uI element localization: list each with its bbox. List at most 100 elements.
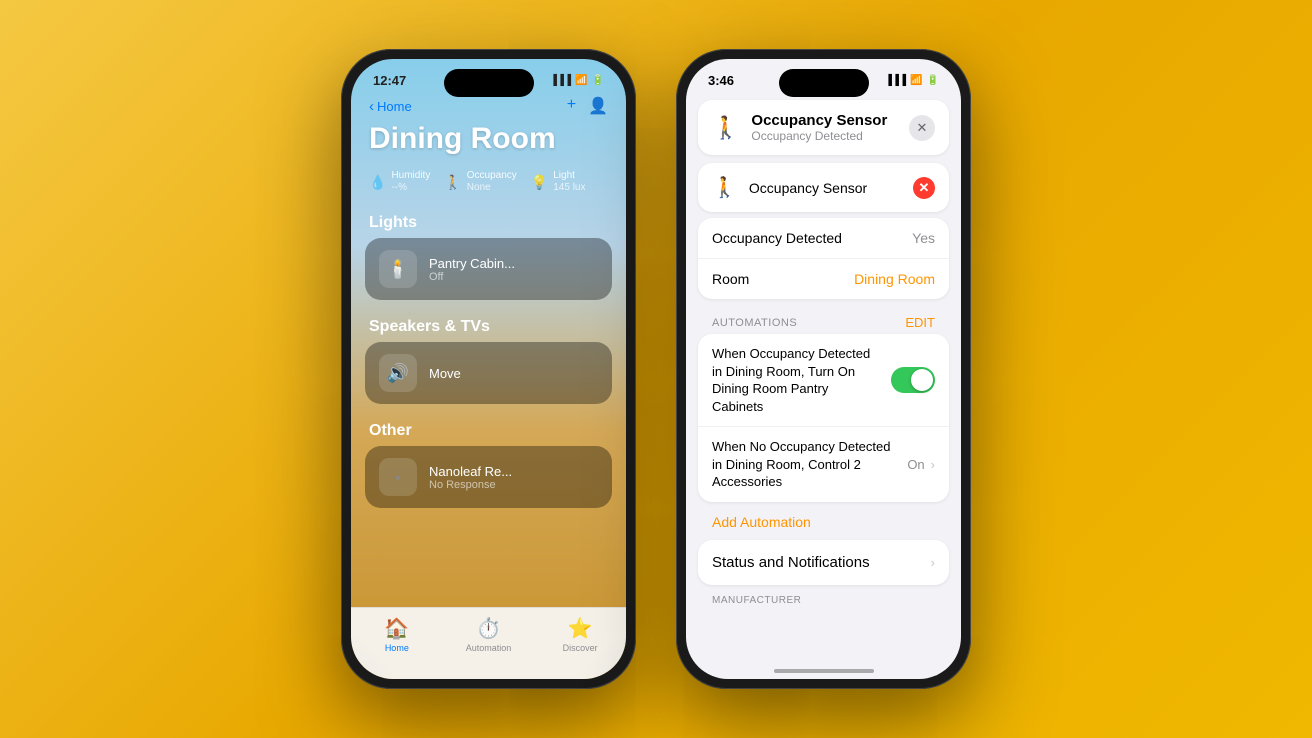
automation-tab-label: Automation — [466, 643, 512, 653]
candle-icon: 🕯️ — [387, 259, 409, 280]
humidity-sensor: 💧 Humidity --% — [369, 170, 430, 194]
pantry-icon-box: 🕯️ — [379, 250, 417, 288]
add-automation-button[interactable]: Add Automation — [712, 514, 811, 530]
battery-icon-right: 🔋 — [927, 75, 939, 86]
automation-text-2: When No Occupancy Detected in Dining Roo… — [712, 438, 907, 491]
move-info: Move — [429, 366, 598, 381]
automations-header: AUTOMATIONS EDIT — [686, 305, 961, 334]
sensor-detail-subtitle: Occupancy Detected — [751, 129, 897, 143]
signal-icon-right: ▐▐▐ — [885, 75, 906, 86]
lights-section-title: Lights — [351, 206, 626, 238]
tab-bar-left: 🏠 Home ⏱️ Automation ⭐ Discover — [351, 607, 626, 679]
automation-row-1[interactable]: When Occupancy Detected in Dining Room, … — [698, 334, 949, 427]
speaker-icon: 🔊 — [387, 363, 409, 384]
occupancy-label: Occupancy — [467, 170, 517, 182]
discover-tab-icon: ⭐ — [568, 616, 593, 641]
home-tab-icon: 🏠 — [384, 616, 409, 641]
status-chevron-icon: › — [931, 555, 935, 570]
status-time-right: 3:46 — [708, 73, 734, 88]
sensor-detail-header: 🚶 Occupancy Sensor Occupancy Detected ✕ — [698, 100, 949, 155]
accessory-name: Occupancy Sensor — [749, 180, 901, 196]
sensor-detail-title: Occupancy Sensor — [751, 112, 897, 129]
automation-tab-icon: ⏱️ — [476, 616, 501, 641]
occupancy-detected-row: Occupancy Detected Yes — [698, 218, 949, 259]
automation-toggle-1[interactable] — [891, 367, 935, 393]
room-label: Room — [712, 271, 749, 287]
automation-text-1: When Occupancy Detected in Dining Room, … — [712, 345, 891, 415]
discover-tab-label: Discover — [563, 643, 598, 653]
light-icon: 💡 — [531, 174, 548, 191]
battery-icon: 🔋 — [592, 75, 604, 86]
speaker-icon-box: 🔊 — [379, 354, 417, 392]
occupancy-icon: 🚶 — [444, 174, 461, 191]
phone-right: 3:46 ▐▐▐ 📶 🔋 🚶 Occupancy Sensor Occupanc… — [676, 49, 971, 689]
profile-icon[interactable]: 👤 — [588, 96, 608, 116]
toggle-off-label: On — [907, 457, 924, 472]
home-indicator-right — [774, 669, 874, 673]
status-icons-left: ▐▐▐ 📶 🔋 — [550, 75, 604, 86]
tab-discover[interactable]: ⭐ Discover — [553, 616, 608, 653]
tab-home[interactable]: 🏠 Home — [369, 616, 424, 653]
edit-button[interactable]: EDIT — [905, 315, 935, 330]
sensor-row: 💧 Humidity --% 🚶 Occupancy None 💡 Light … — [351, 166, 626, 206]
automation-chevron-icon: › — [931, 457, 935, 472]
dynamic-island-right — [779, 69, 869, 97]
move-name: Move — [429, 366, 598, 381]
light-sensor-item: 💡 Light 145 lux — [531, 170, 586, 194]
sensor-header-info: Occupancy Sensor Occupancy Detected — [751, 112, 897, 143]
status-icons-right: ▐▐▐ 📶 🔋 — [885, 75, 939, 86]
tab-automation[interactable]: ⏱️ Automation — [461, 616, 516, 653]
occupancy-sensor-item: 🚶 Occupancy None — [444, 170, 516, 194]
info-card: Occupancy Detected Yes Room Dining Room — [698, 218, 949, 299]
automations-label: AUTOMATIONS — [712, 317, 797, 329]
nanoleaf-status: No Response — [429, 479, 598, 491]
occupancy-detected-label: Occupancy Detected — [712, 230, 842, 246]
nav-icons: + 👤 — [567, 96, 608, 116]
signal-icon: ▐▐▐ — [550, 75, 571, 86]
wifi-icon: 📶 — [575, 75, 587, 86]
back-button[interactable]: ‹ Home — [369, 98, 412, 115]
humidity-icon: 💧 — [369, 174, 386, 191]
nanoleaf-info: Nanoleaf Re... No Response — [429, 464, 598, 491]
room-row[interactable]: Room Dining Room — [698, 259, 949, 299]
room-value: Dining Room — [854, 271, 935, 287]
humidity-label: Humidity — [391, 170, 430, 182]
speakers-section-title: Speakers & TVs — [351, 310, 626, 342]
remove-button[interactable]: ✕ — [913, 177, 935, 199]
other-section-title: Other — [351, 414, 626, 446]
manufacturer-label: MANUFACTURER — [686, 591, 961, 608]
status-notifications-row[interactable]: Status and Notifications › — [698, 540, 949, 585]
pantry-info: Pantry Cabin... Off — [429, 256, 598, 283]
add-automation-container: Add Automation — [686, 508, 961, 540]
home-tab-label: Home — [385, 643, 409, 653]
status-notifications-card[interactable]: Status and Notifications › — [698, 540, 949, 585]
back-chevron-icon: ‹ — [369, 98, 374, 115]
humidity-value: --% — [391, 182, 430, 194]
wifi-icon-right: 📶 — [910, 75, 922, 86]
nanoleaf-icon: ▪ — [396, 469, 401, 485]
pantry-status: Off — [429, 271, 598, 283]
back-label: Home — [377, 99, 412, 114]
dynamic-island-left — [444, 69, 534, 97]
close-button[interactable]: ✕ — [909, 115, 935, 141]
light-value: 145 lux — [553, 182, 585, 194]
status-notifications-label: Status and Notifications — [712, 554, 870, 571]
accessory-icon: 🚶 — [712, 175, 737, 200]
move-card[interactable]: 🔊 Move — [365, 342, 612, 404]
status-time-left: 12:47 — [373, 73, 406, 88]
occupancy-value: None — [467, 182, 517, 194]
accessory-card[interactable]: 🚶 Occupancy Sensor ✕ — [698, 163, 949, 212]
nanoleaf-icon-box: ▪ — [379, 458, 417, 496]
automation-card: When Occupancy Detected in Dining Room, … — [698, 334, 949, 502]
occupancy-detected-value: Yes — [912, 230, 935, 246]
phone-left-screen: 12:47 ▐▐▐ 📶 🔋 ‹ Home + 👤 Dining Room 💧 — [351, 59, 626, 679]
pantry-name: Pantry Cabin... — [429, 256, 598, 271]
sensor-detail-icon: 🚶 — [712, 115, 739, 141]
nanoleaf-card[interactable]: ▪ Nanoleaf Re... No Response — [365, 446, 612, 508]
light-label: Light — [553, 170, 585, 182]
automation-row-2[interactable]: When No Occupancy Detected in Dining Roo… — [698, 427, 949, 502]
room-title: Dining Room — [351, 120, 626, 166]
pantry-cabinet-card[interactable]: 🕯️ Pantry Cabin... Off — [365, 238, 612, 300]
add-icon[interactable]: + — [567, 96, 576, 116]
toggle-off-row: On › — [907, 457, 935, 472]
